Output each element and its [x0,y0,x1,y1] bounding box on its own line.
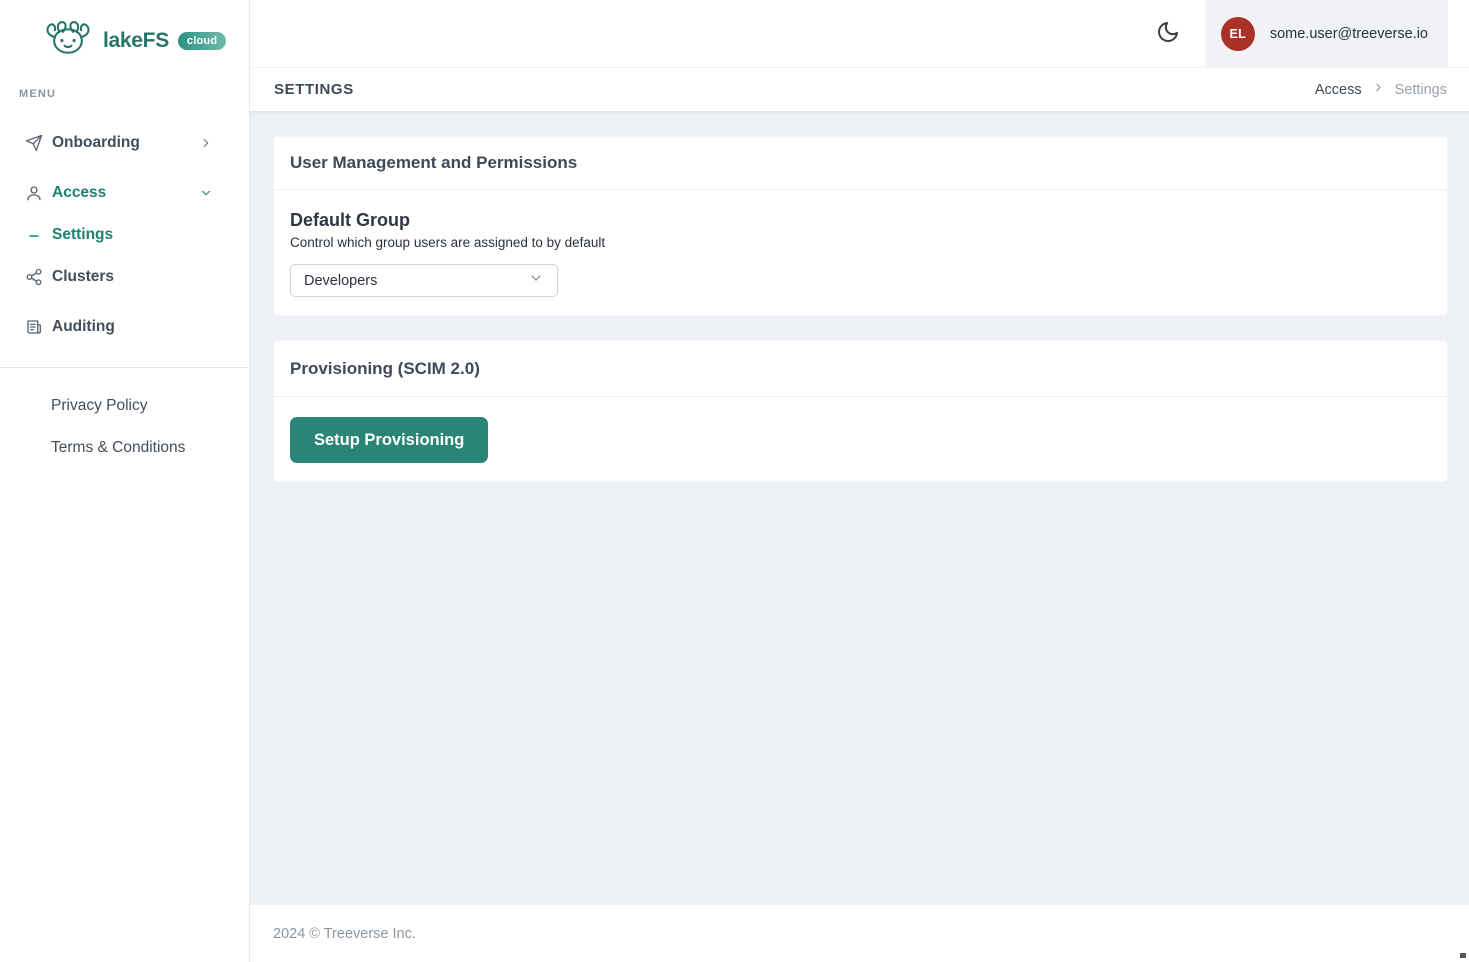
default-group-select[interactable]: Developers [290,264,558,297]
main-area: EL some.user@treeverse.io SETTINGS Acces… [250,0,1469,962]
breadcrumb-settings: Settings [1394,81,1447,98]
card-title: User Management and Permissions [274,137,1447,190]
cloud-badge: cloud [177,31,227,50]
menu-section-label: MENU [19,88,57,100]
breadcrumb: Access Settings [1315,81,1447,99]
audit-icon [24,317,44,337]
page-footer: 2024 © Treeverse Inc. [250,905,1469,962]
content-area: User Management and Permissions Default … [250,112,1469,905]
sidebar-item-label: Settings [52,226,114,243]
sidebar-footer-links: Privacy Policy Terms & Conditions [0,385,249,469]
avatar: EL [1220,16,1255,51]
app-root: lakeFS cloud MENU Onboarding Access – Se… [0,0,1469,962]
sidebar-item-label: Access [52,184,107,201]
user-menu[interactable]: EL some.user@treeverse.io [1204,0,1448,68]
dash-icon: – [28,225,39,245]
chevron-right-icon [199,136,213,150]
chevron-down-icon [199,186,213,200]
copyright-text: 2024 © Treeverse Inc. [273,925,416,942]
user-management-card: User Management and Permissions Default … [273,136,1448,316]
card-body: Default Group Control which group users … [274,190,1447,315]
sidebar-nav: Onboarding Access – Settings Clusters Au… [0,122,249,348]
page-header-bar: SETTINGS Access Settings [250,68,1469,112]
user-icon [24,183,44,203]
sidebar: lakeFS cloud MENU Onboarding Access – Se… [0,0,250,962]
send-icon [24,133,44,153]
setup-provisioning-button[interactable]: Setup Provisioning [290,417,489,463]
sidebar-item-onboarding[interactable]: Onboarding [0,122,249,164]
breadcrumb-chevron-icon [1372,81,1385,99]
provisioning-card: Provisioning (SCIM 2.0) Setup Provisioni… [273,340,1448,482]
sidebar-item-label: Auditing [52,318,115,335]
breadcrumb-access[interactable]: Access [1315,82,1362,98]
default-group-heading: Default Group [290,210,410,230]
sidebar-divider [0,367,249,368]
sidebar-item-label: Onboarding [52,134,140,151]
page-title: SETTINGS [274,81,354,98]
brand-logo[interactable]: lakeFS cloud [0,0,249,66]
chevron-down-icon [528,270,544,291]
cluster-icon [24,267,44,287]
dark-mode-toggle[interactable] [1148,14,1188,54]
sidebar-item-access[interactable]: Access [0,172,249,214]
sidebar-item-clusters[interactable]: Clusters [0,256,249,298]
brand-name: lakeFS [103,28,169,52]
sidebar-item-label: Clusters [52,268,115,285]
moon-icon [1156,20,1180,47]
user-email: some.user@treeverse.io [1269,25,1428,42]
privacy-policy-link[interactable]: Privacy Policy [0,385,249,427]
default-group-description: Control which group users are assigned t… [290,235,606,250]
resize-grip [1460,953,1466,958]
top-header: EL some.user@treeverse.io [250,0,1469,68]
terms-conditions-link[interactable]: Terms & Conditions [0,427,249,469]
axolotl-logo-icon [42,19,94,62]
card-title: Provisioning (SCIM 2.0) [274,341,1447,397]
sidebar-item-settings[interactable]: – Settings [0,214,249,256]
sidebar-item-auditing[interactable]: Auditing [0,306,249,348]
card-body: Setup Provisioning [274,397,1447,481]
select-value: Developers [304,272,378,289]
